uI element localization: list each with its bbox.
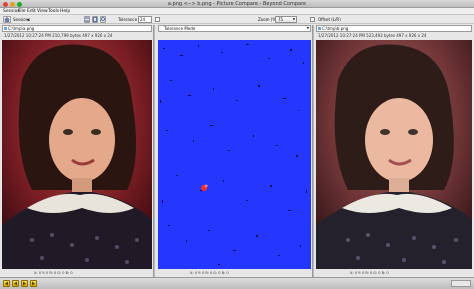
next-difference-button[interactable] <box>21 280 28 287</box>
chevron-down-icon: ▼ <box>306 26 309 30</box>
chevron-down-icon: ▼ <box>292 17 295 21</box>
swap-button[interactable] <box>84 16 90 23</box>
right-portrait-image <box>316 40 472 269</box>
toolbar: Sessions ▼ Tolerance 24 Zoom (%) 75 ▼ Of… <box>0 15 474 24</box>
right-path-text: C:\tmp\b.png <box>322 26 349 31</box>
image-file-icon <box>4 27 7 30</box>
home-button[interactable] <box>3 16 11 23</box>
zoom-icon <box>101 17 105 21</box>
nav-next-icon <box>32 281 35 286</box>
splitter-left[interactable] <box>153 25 155 278</box>
menu-edit[interactable]: Edit <box>27 9 36 14</box>
nav-prev-icon <box>5 281 8 286</box>
left-path-text: C:\tmp\a.png <box>8 26 35 31</box>
prev-difference-button[interactable] <box>12 280 19 287</box>
splitter-right[interactable] <box>312 25 314 278</box>
offset-label: Offset (L/R) <box>318 17 341 22</box>
left-portrait-image <box>2 40 152 269</box>
diff-mode-dropdown[interactable]: Tolerance Mode ▼ <box>158 25 311 32</box>
zoom-dropdown[interactable]: 75 ▼ <box>275 16 297 23</box>
copy-button[interactable] <box>92 16 98 23</box>
diff-mode-text: Tolerance Mode <box>164 26 196 31</box>
left-image-pane[interactable] <box>2 40 152 269</box>
copy-icon <box>93 17 97 22</box>
left-file-info: 1/27/2012 10:27:24 PM 210,799 bytes 497 … <box>4 33 113 38</box>
difference-pane[interactable] <box>158 40 311 269</box>
diff-pixel-status: X: 0 Y: 0 R: 0 G: 0 B: 0 <box>190 271 229 275</box>
right-pixel-status: X: 0 Y: 0 R: 0 G: 0 B: 0 <box>350 271 389 275</box>
right-path-field[interactable]: C:\tmp\b.png <box>316 25 472 32</box>
left-path-field[interactable]: C:\tmp\a.png <box>2 25 152 32</box>
window-title: a.png <--> b.png - Picture Compare - Bey… <box>167 1 307 7</box>
chevron-down-icon[interactable]: ▼ <box>27 18 29 22</box>
offset-checkbox[interactable] <box>310 17 315 22</box>
menu-bar: Session File Edit View Tools Help <box>0 8 474 15</box>
statusbar-panel <box>451 280 471 287</box>
tolerance-label: Tolerance <box>118 17 138 22</box>
tolerance-checkbox[interactable] <box>155 17 160 22</box>
menu-tools[interactable]: Tools <box>48 9 59 14</box>
title-bar: a.png <--> b.png - Picture Compare - Bey… <box>0 0 474 8</box>
menu-file[interactable]: File <box>18 9 26 14</box>
tolerance-field[interactable]: 24 <box>138 16 152 23</box>
zoom-fit-button[interactable] <box>100 16 106 23</box>
bottom-toolbar <box>0 277 474 289</box>
nav-prev-icon <box>14 281 17 286</box>
nav-next-icon <box>23 281 26 286</box>
first-difference-button[interactable] <box>3 280 10 287</box>
swap-icon <box>85 17 89 22</box>
image-file-icon <box>318 27 321 30</box>
menu-help[interactable]: Help <box>60 9 70 14</box>
difference-map-image <box>158 40 311 269</box>
zoom-value: 75 <box>278 17 284 22</box>
right-file-info: 1/27/2012 10:27:24 PM 523,493 bytes 497 … <box>318 33 427 38</box>
last-difference-button[interactable] <box>30 280 37 287</box>
home-icon <box>4 17 10 22</box>
menu-view[interactable]: View <box>37 9 48 14</box>
right-image-pane[interactable] <box>316 40 472 269</box>
left-pixel-status: X: 0 Y: 0 R: 0 G: 0 B: 0 <box>34 271 73 275</box>
